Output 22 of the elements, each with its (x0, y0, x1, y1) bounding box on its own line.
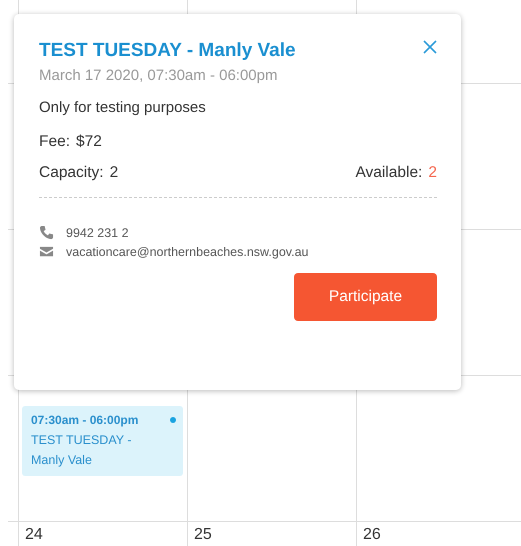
fee-label: Fee: (39, 133, 70, 151)
phone-icon (39, 225, 54, 240)
fee-value: $72 (76, 133, 102, 151)
event-datetime: March 17 2020, 07:30am - 06:00pm (39, 67, 278, 84)
phone-number: 9942 231 2 (66, 226, 129, 240)
event-time: 07:30am - 06:00pm (31, 412, 140, 429)
day-number: 25 (194, 526, 212, 544)
day-cell[interactable]: 25 (187, 521, 356, 546)
envelope-icon (39, 244, 54, 259)
day-number: 26 (363, 526, 381, 544)
day-number: 24 (25, 526, 43, 544)
capacity-value: 2 (110, 164, 118, 182)
capacity-label: Capacity: (39, 164, 104, 182)
email-address[interactable]: vacationcare@northernbeaches.nsw.gov.au (66, 244, 308, 258)
day-cell[interactable]: 24 (18, 521, 187, 546)
event-title: TEST TUESDAY - Manly Vale (31, 432, 132, 469)
available-value: 2 (428, 164, 437, 182)
event-description: Only for testing purposes (39, 99, 207, 116)
event-title: TEST TUESDAY - Manly Vale (39, 39, 296, 63)
close-icon[interactable] (423, 40, 437, 54)
available-label: Available: (355, 164, 422, 182)
day-cell[interactable]: 26 (356, 521, 521, 546)
